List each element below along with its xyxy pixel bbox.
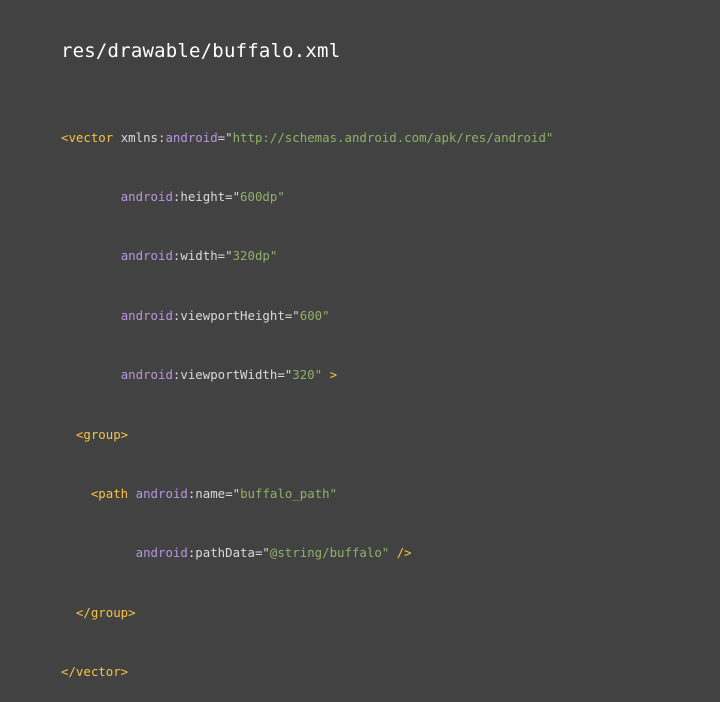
android-namespace: android bbox=[165, 129, 218, 145]
name-attr: :name bbox=[187, 485, 226, 501]
code-line-5: android:viewportWidth="320" > bbox=[120, 367, 338, 383]
code-line-2: android:height="600dp" bbox=[120, 188, 285, 204]
code-block: <vector xmlns:android="http://schemas.an… bbox=[61, 88, 553, 702]
width-value: 320dp bbox=[232, 248, 270, 264]
group-open-tag: <group> bbox=[75, 426, 129, 442]
vector-close-tag: </vector> bbox=[61, 664, 129, 680]
code-line-8: android:pathData="@string/buffalo" /> bbox=[135, 545, 412, 561]
code-line-3: android:width="320dp" bbox=[120, 248, 278, 264]
path-open-tag: <path bbox=[90, 485, 129, 501]
width-attr: :width bbox=[172, 248, 218, 264]
code-line-4: android:viewportHeight="600" bbox=[120, 307, 330, 323]
code-line-1: <vector xmlns:android="http://schemas.an… bbox=[61, 129, 554, 145]
viewport-width-attr: :viewportWidth bbox=[172, 367, 278, 383]
viewport-height-value: 600 bbox=[299, 307, 323, 323]
code-line-6: <group> bbox=[61, 425, 553, 445]
xmlns-attr: xmlns: bbox=[120, 129, 166, 145]
pathdata-value: @string/buffalo bbox=[269, 545, 382, 561]
path-self-close: /> bbox=[389, 545, 412, 561]
vector-open-close-bracket: > bbox=[322, 367, 338, 383]
vector-open-tag: <vector bbox=[61, 129, 114, 145]
xmlns-value: http://schemas.android.com/apk/res/andro… bbox=[232, 129, 546, 145]
code-line-10: </vector> bbox=[61, 662, 553, 682]
group-close-tag: </group> bbox=[75, 604, 136, 620]
viewport-height-attr: :viewportHeight bbox=[172, 307, 285, 323]
name-value: buffalo_path bbox=[240, 485, 330, 501]
slide-title: res/drawable/buffalo.xml bbox=[61, 40, 341, 62]
height-attr: :height bbox=[172, 188, 226, 204]
height-value: 600dp bbox=[240, 188, 278, 204]
code-line-7: <path android:name="buffalo_path" bbox=[90, 485, 338, 501]
code-line-9: </group> bbox=[61, 603, 553, 623]
pathdata-attr: :pathData bbox=[187, 545, 255, 561]
viewport-width-value: 320 bbox=[292, 367, 315, 383]
